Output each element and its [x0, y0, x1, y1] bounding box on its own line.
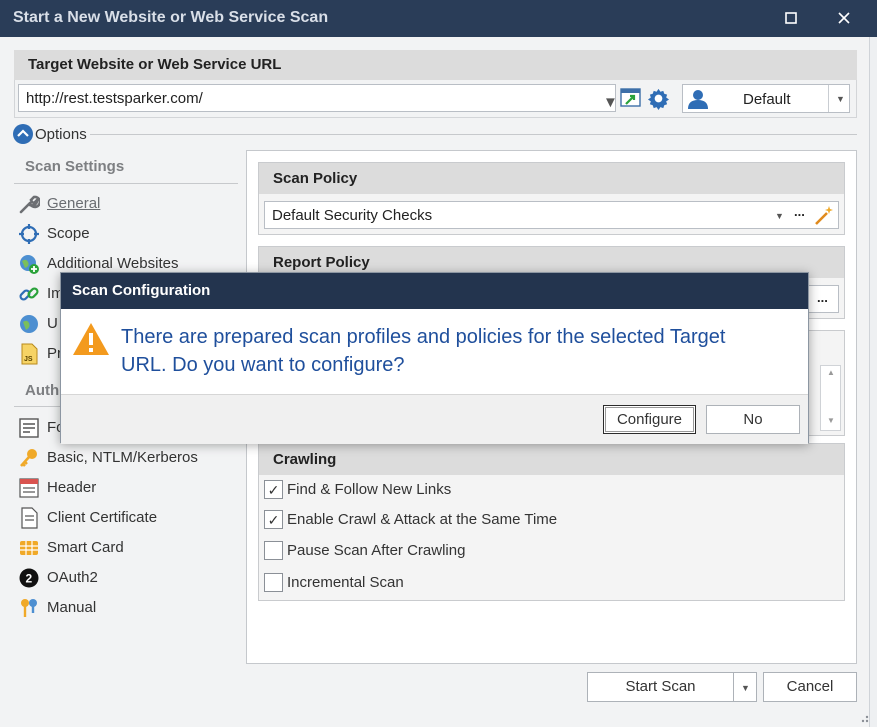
options-label: Options	[35, 126, 87, 143]
cancel-label: Cancel	[786, 678, 834, 695]
scroll-down-icon[interactable]: ▼	[827, 416, 835, 425]
scan-configuration-dialog: Scan Configuration There are prepared sc…	[60, 272, 809, 444]
sidebar-item-label: Client Certificate	[47, 509, 158, 526]
divider	[14, 183, 238, 184]
list-scrollbar[interactable]: ▲ ▼	[820, 365, 841, 431]
browser-arrow-icon	[620, 88, 641, 107]
sidebar-item-label: General	[47, 195, 101, 212]
sidebar-item-label: Header	[47, 479, 97, 496]
scan-policy-value: Default Security Checks	[272, 207, 433, 224]
collapse-options-button[interactable]	[13, 124, 33, 144]
checkbox-label: Enable Crawl & Attack at the Same Time	[287, 511, 558, 528]
scan-settings-heading: Scan Settings	[25, 158, 125, 175]
crawling-header: Crawling	[259, 444, 844, 475]
dialog-title: Scan Configuration	[61, 273, 808, 309]
authentication-heading: Auth	[25, 382, 60, 399]
manual-keys-icon	[21, 599, 37, 617]
chevron-up-icon	[17, 129, 29, 137]
checkbox-label: Pause Scan After Crawling	[287, 542, 466, 559]
chevron-down-icon: ▼	[741, 683, 750, 693]
dialog-footer: Configure No	[61, 394, 808, 444]
maximize-button[interactable]	[775, 5, 807, 31]
scan-policy-select[interactable]: Default Security Checks ▼ ...	[264, 201, 839, 229]
js-file-icon: JS	[21, 343, 38, 365]
gear-icon	[647, 88, 670, 110]
svg-text:JS: JS	[24, 356, 33, 363]
checkbox-label: Incremental Scan	[287, 574, 404, 591]
start-scan-button[interactable]: Start Scan	[587, 672, 734, 702]
key-icon	[20, 449, 37, 467]
header-icon	[19, 478, 39, 498]
globe-icon	[20, 315, 38, 333]
scan-policy-more-button[interactable]: ...	[794, 204, 805, 219]
sidebar-item-label: U	[47, 315, 58, 332]
sidebar-item-label: Smart Card	[47, 539, 124, 556]
target-url-input[interactable]: http://rest.testsparker.com/ ▼	[18, 84, 618, 112]
start-scan-dropdown[interactable]: ▼	[733, 672, 757, 702]
dialog-message: There are prepared scan profiles and pol…	[121, 326, 726, 376]
chevron-down-icon[interactable]: ▼	[603, 94, 618, 111]
target-url-header: Target Website or Web Service URL	[14, 50, 857, 80]
open-browser-button[interactable]	[620, 87, 642, 109]
maximize-icon	[785, 12, 797, 24]
checkbox[interactable]	[264, 573, 283, 592]
scan-policy-header: Scan Policy	[259, 163, 844, 194]
svg-text:2: 2	[26, 572, 33, 586]
warning-icon	[73, 323, 109, 355]
checkbox[interactable]	[264, 541, 283, 560]
no-label: No	[743, 411, 763, 428]
link-icon	[19, 287, 39, 301]
no-button[interactable]: No	[706, 405, 800, 434]
configure-button[interactable]: Configure	[603, 405, 696, 434]
settings-button[interactable]	[647, 87, 670, 110]
scroll-up-icon[interactable]: ▲	[827, 368, 835, 377]
sidebar-item-label: OAuth2	[47, 569, 98, 586]
start-scan-label: Start Scan	[625, 678, 696, 695]
magic-wand-icon[interactable]	[813, 204, 835, 226]
sidebar-item-label: Additional Websites	[47, 255, 179, 272]
profile-name: Default	[743, 91, 791, 108]
smart-card-icon	[20, 541, 38, 555]
sidebar-item-label: Basic, NTLM/Kerberos	[47, 449, 198, 466]
profile-selector[interactable]: Default ▼	[682, 84, 850, 113]
checkbox-label: Find & Follow New Links	[287, 481, 452, 498]
globe-add-icon	[20, 255, 39, 274]
checkbox[interactable]: ✓	[264, 480, 283, 499]
sidebar-item-label: Manual	[47, 599, 97, 616]
close-button[interactable]	[828, 5, 860, 31]
target-icon	[19, 224, 39, 244]
user-icon	[688, 90, 708, 109]
resize-grip-icon[interactable]	[857, 711, 869, 723]
close-icon	[838, 12, 850, 24]
certificate-icon	[21, 507, 38, 529]
configure-label: Configure	[616, 411, 683, 428]
sidebar-item-label: Scope	[47, 225, 90, 242]
window-titlebar: Start a New Website or Web Service Scan	[0, 0, 877, 37]
chevron-down-icon[interactable]: ▼	[836, 94, 845, 104]
target-url-value: http://rest.testsparker.com/	[26, 90, 203, 107]
report-policy-more-button[interactable]: ...	[817, 290, 828, 305]
cancel-button[interactable]: Cancel	[763, 672, 857, 702]
divider	[90, 134, 857, 135]
divider	[828, 85, 829, 112]
checkbox[interactable]: ✓	[264, 510, 283, 529]
form-icon	[19, 418, 39, 438]
oauth2-icon: 2	[19, 568, 39, 588]
window-title: Start a New Website or Web Service Scan	[13, 9, 329, 26]
wrench-icon	[19, 195, 40, 214]
chevron-down-icon[interactable]: ▼	[775, 211, 784, 221]
